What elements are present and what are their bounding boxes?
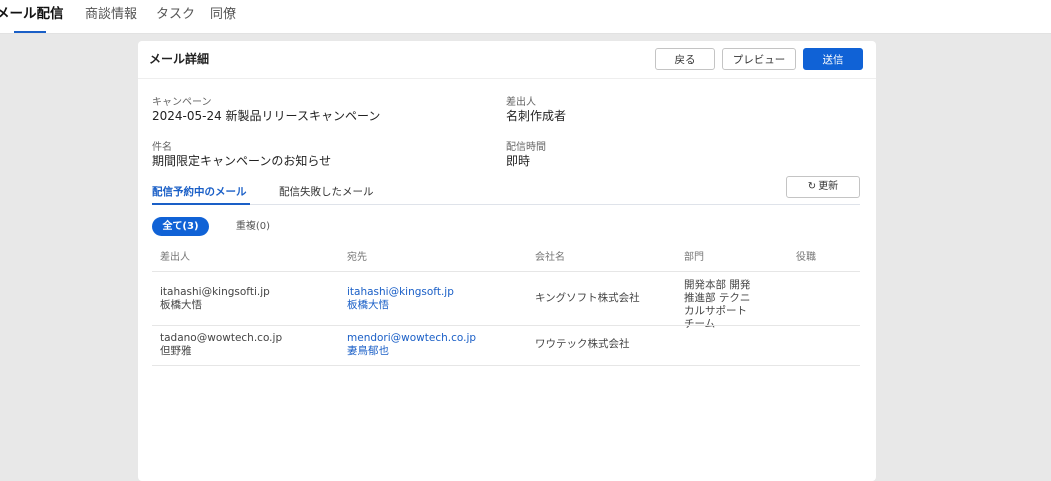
recipient-name-link[interactable]: 板橋大悟 [347,299,389,312]
tab-tasks[interactable]: タスク [156,0,195,33]
row-divider [152,365,860,366]
sender-name: 板橋大悟 [160,299,202,311]
refresh-label: 更新 [818,181,839,192]
row-divider [152,325,860,326]
filter-duplicate-button[interactable]: 重複(0) [227,217,279,236]
table-header-divider [152,271,860,272]
company-name: ワウテック株式会社 [535,338,630,350]
recipient-email-link[interactable]: mendori@wowtech.co.jp [347,332,476,345]
preview-button[interactable]: プレビュー [722,48,796,70]
recipient-email-link[interactable]: itahashi@kingsoft.jp [347,286,454,299]
column-header-sender: 差出人 [160,252,190,263]
back-button[interactable]: 戻る [655,48,715,70]
sender-label: 差出人 [506,97,536,108]
refresh-icon: ↻ [807,181,817,192]
recipient-name-link[interactable]: 妻鳥郁也 [347,345,389,358]
subtab-divider [152,204,860,205]
sender-email: itahashi@kingsofti.jp [160,286,270,298]
send-button[interactable]: 送信 [803,48,863,70]
tab-mail-delivery[interactable]: メール配信 [0,0,64,33]
subject-label: 件名 [152,142,172,153]
column-header-job-title: 役職 [796,252,816,263]
panel-header: メール詳細 戻る プレビュー 送信 [138,41,876,79]
top-navigation: メール配信 商談情報 タスク 同僚 [0,0,1051,34]
active-tab-indicator [14,31,46,33]
mail-detail-panel: メール詳細 戻る プレビュー 送信 キャンペーン 2024-05-24 新製品リ… [138,41,876,481]
campaign-value: 2024-05-24 新製品リリースキャンペーン [152,109,381,123]
campaign-label: キャンペーン [152,97,212,108]
column-header-department: 部門 [684,252,704,263]
page-title: メール詳細 [149,52,210,66]
tab-scheduled-mail[interactable]: 配信予約中のメール [152,184,247,199]
tab-colleagues[interactable]: 同僚 [210,0,236,33]
subtab-active-indicator [152,203,250,205]
sender-name: 但野雅 [160,345,192,357]
company-name: キングソフト株式会社 [535,292,640,304]
delivery-time-label: 配信時間 [506,142,546,153]
column-header-recipient: 宛先 [347,252,367,263]
delivery-time-value: 即時 [506,154,531,168]
column-header-company: 会社名 [535,252,565,263]
refresh-button[interactable]: ↻ 更新 [786,176,860,198]
subject-value: 期間限定キャンペーンのお知らせ [152,154,332,168]
sender-value: 名刺作成者 [506,109,567,123]
tab-deals[interactable]: 商談情報 [85,0,137,33]
department: 開発本部 開発推進部 テクニカルサポートチーム [684,279,751,330]
sender-email: tadano@wowtech.co.jp [160,332,283,344]
filter-all-button[interactable]: 全て(3) [152,217,209,236]
tab-failed-mail[interactable]: 配信失敗したメール [279,184,374,199]
